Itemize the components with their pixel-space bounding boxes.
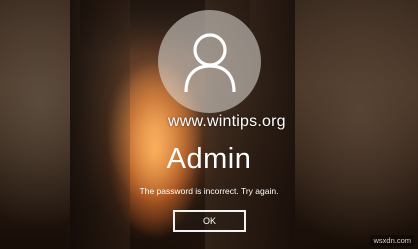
lock-screen-background: www.wintips.org Admin The password is in…	[0, 0, 418, 249]
user-avatar	[158, 10, 261, 113]
user-silhouette-icon	[183, 32, 236, 92]
error-message: The password is incorrect. Try again.	[139, 186, 279, 196]
username-label: Admin	[166, 143, 252, 175]
watermark-text: www.wintips.org	[168, 113, 286, 130]
corner-watermark: wsxdn.com	[370, 235, 414, 246]
ok-button[interactable]: OK	[173, 210, 246, 232]
